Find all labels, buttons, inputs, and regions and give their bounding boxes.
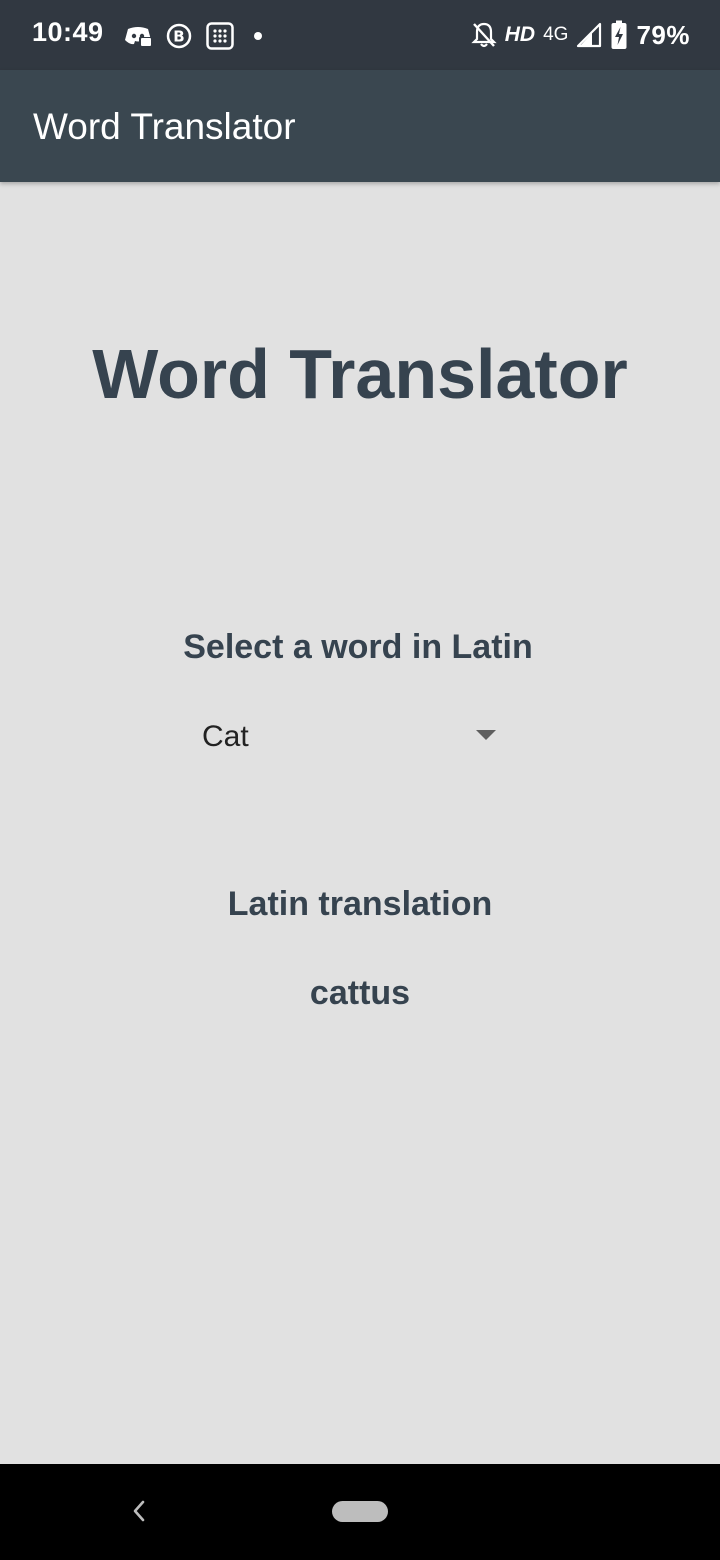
network-type-label: 4G bbox=[543, 24, 569, 45]
navigation-bar bbox=[0, 1464, 720, 1560]
word-dropdown[interactable]: Cat bbox=[186, 706, 516, 770]
battery-percent: 79% bbox=[636, 19, 690, 50]
svg-text:B: B bbox=[173, 28, 184, 46]
dropdown-arrow-icon bbox=[476, 730, 496, 740]
bitcoin-icon: B bbox=[166, 23, 192, 49]
select-word-label: Select a word in Latin bbox=[183, 628, 533, 666]
status-time: 10:49 bbox=[32, 17, 104, 47]
selected-word: Cat bbox=[202, 720, 249, 753]
calculator-icon bbox=[206, 22, 234, 50]
translation-value: cattus bbox=[309, 974, 411, 1012]
screen: 10:49 B HD 4G 79% Word Translator Word T… bbox=[0, 0, 720, 1560]
notification-dot-icon bbox=[248, 26, 268, 46]
signal-icon bbox=[576, 22, 602, 48]
page-heading: Word Translator bbox=[92, 335, 628, 413]
status-left-icons: B bbox=[124, 20, 268, 52]
battery-charging-icon bbox=[610, 20, 628, 50]
app-bar-title: Word Translator bbox=[33, 106, 296, 147]
notifications-off-icon bbox=[471, 21, 497, 49]
discord-icon bbox=[124, 25, 152, 47]
status-right-icons: HD 4G 79% bbox=[471, 18, 690, 52]
translation-label: Latin translation bbox=[227, 885, 493, 923]
home-pill-icon[interactable] bbox=[332, 1501, 388, 1522]
hd-label: HD bbox=[504, 23, 536, 46]
back-icon[interactable] bbox=[126, 1498, 152, 1524]
app-bar: Word Translator bbox=[0, 70, 720, 182]
status-bar: 10:49 B HD 4G 79% bbox=[0, 0, 720, 70]
